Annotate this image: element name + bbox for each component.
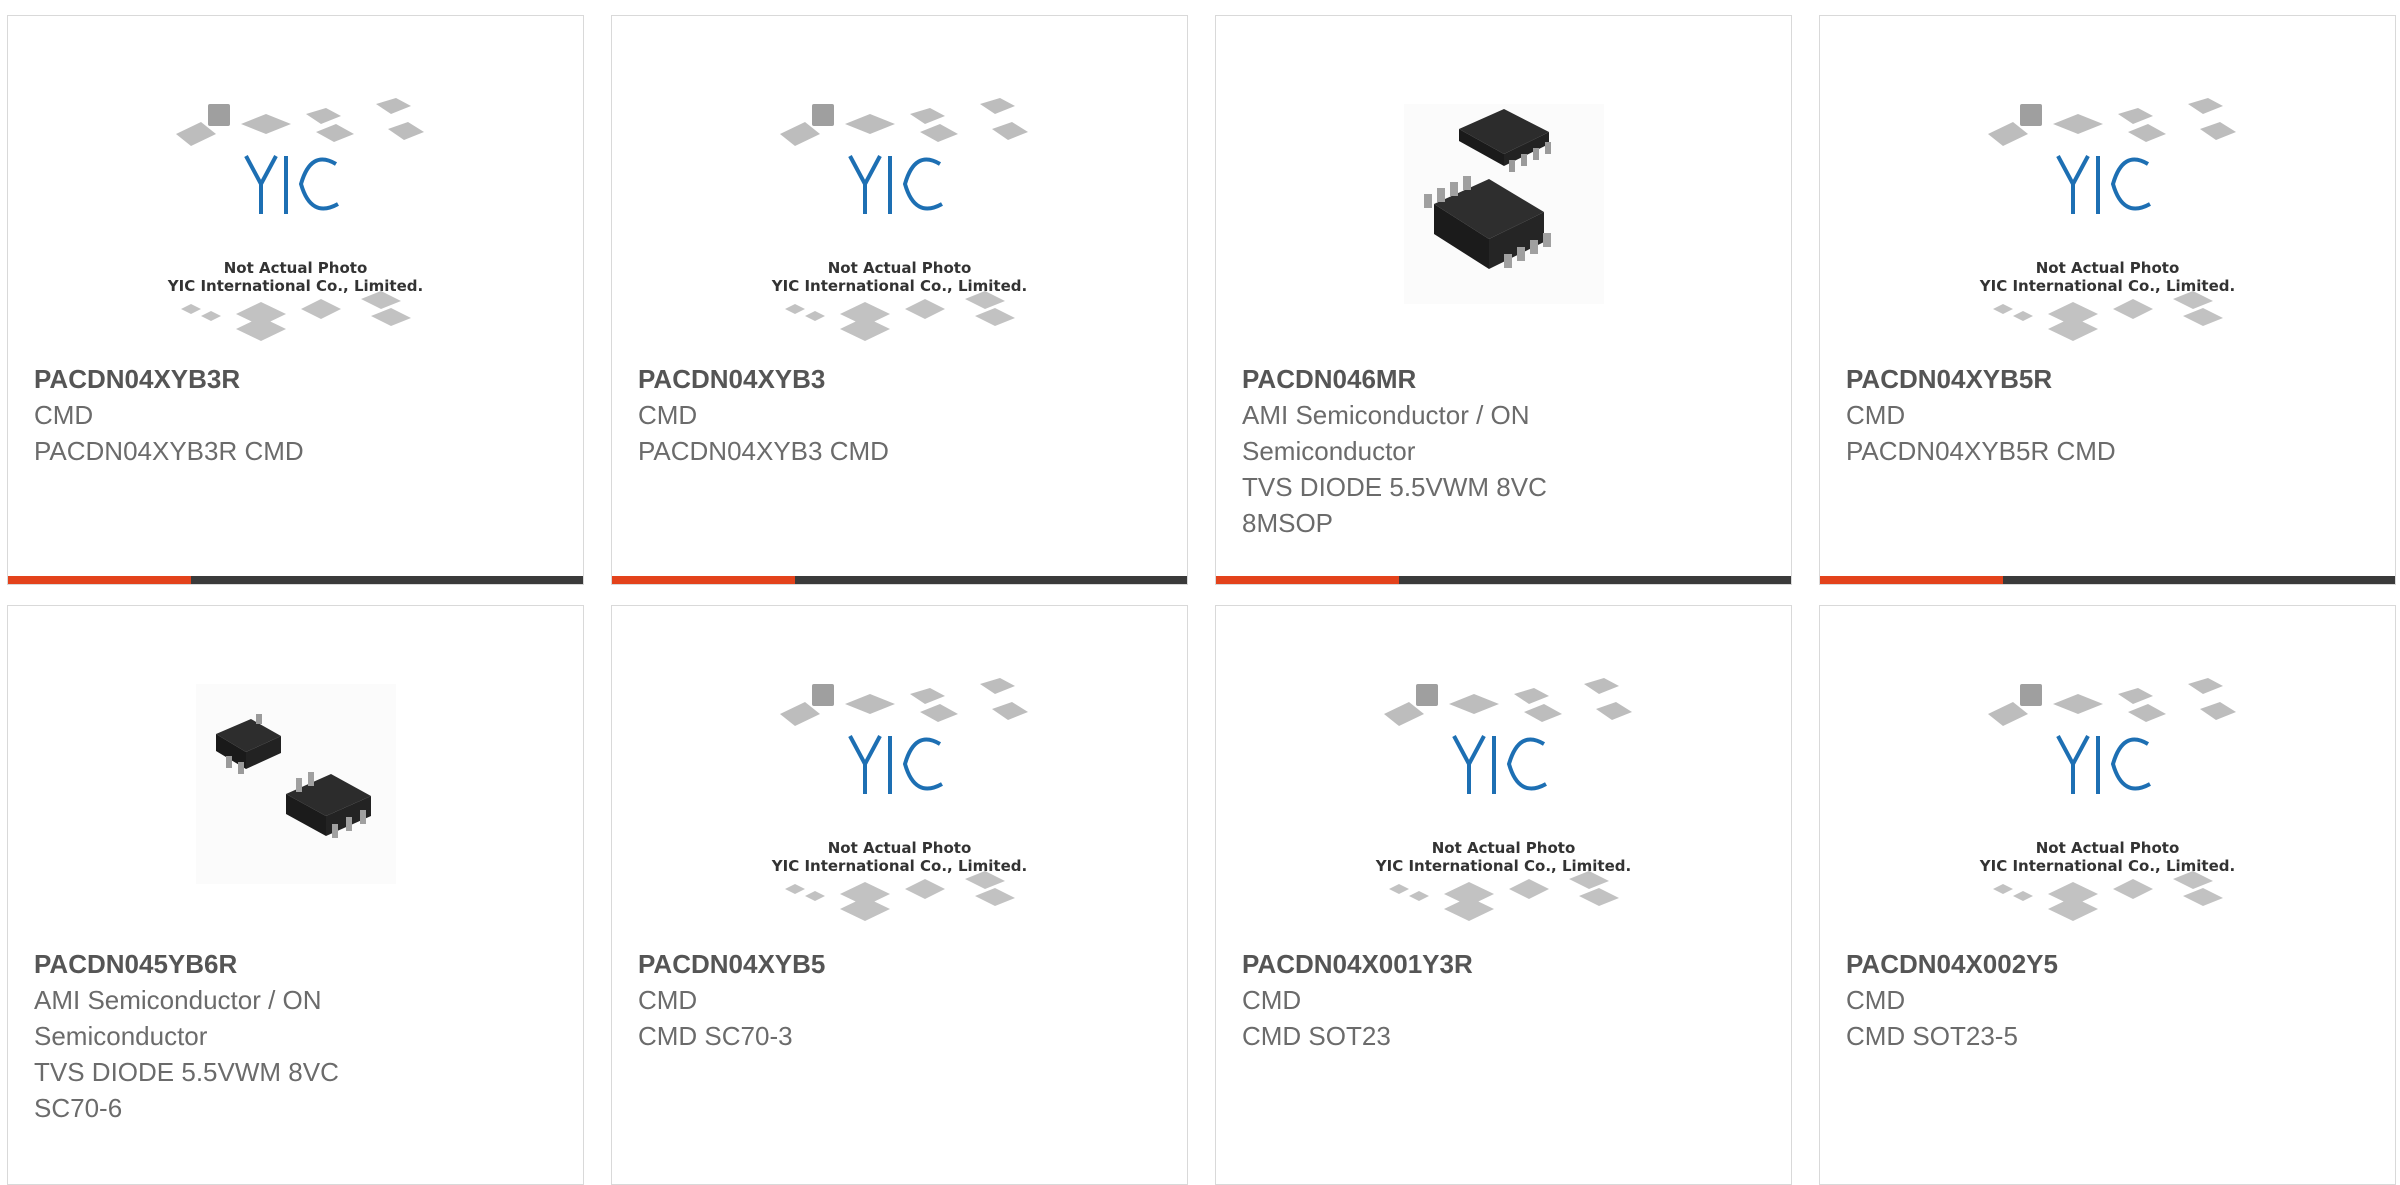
part-number[interactable]: PACDN04XYB3 xyxy=(638,361,1108,397)
product-photo[interactable] xyxy=(1364,94,1644,364)
part-number[interactable]: PACDN04XYB5R xyxy=(1846,361,2316,397)
product-card[interactable]: Not Actual Photo YIC International Co., … xyxy=(7,15,584,585)
placeholder-image[interactable]: Not Actual Photo YIC International Co., … xyxy=(760,674,1040,944)
product-info: PACDN04X001Y3R CMD CMD SOT23 xyxy=(1242,946,1712,1054)
card-footer-bar xyxy=(1820,576,2395,584)
manufacturer: CMD xyxy=(1846,985,1906,1015)
description: TVS DIODE 5.5VWM 8VC 8MSOP xyxy=(1242,472,1547,538)
description: CMD SOT23 xyxy=(1242,1021,1391,1051)
product-card[interactable]: PACDN045YB6R AMI Semiconductor / ON Semi… xyxy=(7,605,584,1185)
not-actual-photo-icon xyxy=(175,98,424,341)
description: PACDN04XYB5R CMD xyxy=(1846,436,2116,466)
part-number[interactable]: PACDN045YB6R xyxy=(34,946,504,982)
not-actual-photo-text: Not Actual Photo xyxy=(2035,839,2180,857)
product-grid: Not Actual Photo YIC International Co., … xyxy=(0,0,2400,1185)
company-text: YIC International Co., Limited. xyxy=(771,857,1028,875)
company-text: YIC International Co., Limited. xyxy=(167,277,424,295)
description: TVS DIODE 5.5VWM 8VC SC70-6 xyxy=(34,1057,339,1123)
not-actual-photo-icon xyxy=(779,678,1028,921)
msop-chip-photo-icon xyxy=(1403,104,1604,304)
product-card[interactable]: Not Actual Photo YIC International Co., … xyxy=(611,15,1188,585)
card-footer-bar xyxy=(1216,576,1791,584)
description: CMD SC70-3 xyxy=(638,1021,793,1051)
card-footer-bar xyxy=(8,576,583,584)
manufacturer: CMD xyxy=(638,985,698,1015)
product-info: PACDN046MR AMI Semiconductor / ON Semico… xyxy=(1242,361,1712,541)
manufacturer: AMI Semiconductor / ON Semiconductor xyxy=(1242,400,1530,466)
product-card[interactable]: PACDN046MR AMI Semiconductor / ON Semico… xyxy=(1215,15,1792,585)
placeholder-image[interactable]: Not Actual Photo YIC International Co., … xyxy=(1364,674,1644,944)
sc70-chip-photo-icon xyxy=(195,684,396,884)
part-number[interactable]: PACDN04XYB5 xyxy=(638,946,1108,982)
company-text: YIC International Co., Limited. xyxy=(771,277,1028,295)
part-number[interactable]: PACDN04XYB3R xyxy=(34,361,504,397)
part-number[interactable]: PACDN04X002Y5 xyxy=(1846,946,2316,982)
product-info: PACDN04XYB3R CMD PACDN04XYB3R CMD xyxy=(34,361,504,469)
description: PACDN04XYB3R CMD xyxy=(34,436,304,466)
placeholder-image[interactable]: Not Actual Photo YIC International Co., … xyxy=(156,94,436,364)
product-card[interactable]: Not Actual Photo YIC International Co., … xyxy=(1215,605,1792,1185)
not-actual-photo-icon xyxy=(1383,678,1632,921)
product-info: PACDN04XYB5R CMD PACDN04XYB5R CMD xyxy=(1846,361,2316,469)
accent-bar xyxy=(1216,576,1399,584)
part-number[interactable]: PACDN04X001Y3R xyxy=(1242,946,1712,982)
product-card[interactable]: Not Actual Photo YIC International Co., … xyxy=(1819,15,2396,585)
placeholder-image[interactable]: Not Actual Photo YIC International Co., … xyxy=(1968,674,2248,944)
description: CMD SOT23-5 xyxy=(1846,1021,2018,1051)
company-text: YIC International Co., Limited. xyxy=(1979,857,2236,875)
description: PACDN04XYB3 CMD xyxy=(638,436,889,466)
product-info: PACDN04XYB5 CMD CMD SC70-3 xyxy=(638,946,1108,1054)
company-text: YIC International Co., Limited. xyxy=(1979,277,2236,295)
not-actual-photo-text: Not Actual Photo xyxy=(1431,839,1576,857)
part-number[interactable]: PACDN046MR xyxy=(1242,361,1712,397)
not-actual-photo-icon xyxy=(1987,98,2236,341)
not-actual-photo-icon xyxy=(779,98,1028,341)
accent-bar xyxy=(1820,576,2003,584)
placeholder-image[interactable]: Not Actual Photo YIC International Co., … xyxy=(1968,94,2248,364)
product-card[interactable]: Not Actual Photo YIC International Co., … xyxy=(1819,605,2396,1185)
company-text: YIC International Co., Limited. xyxy=(1375,857,1632,875)
manufacturer: CMD xyxy=(638,400,698,430)
accent-bar xyxy=(612,576,795,584)
not-actual-photo-icon xyxy=(1987,678,2236,921)
accent-bar xyxy=(8,576,191,584)
product-card[interactable]: Not Actual Photo YIC International Co., … xyxy=(611,605,1188,1185)
product-info: PACDN045YB6R AMI Semiconductor / ON Semi… xyxy=(34,946,504,1126)
not-actual-photo-text: Not Actual Photo xyxy=(827,839,972,857)
product-info: PACDN04XYB3 CMD PACDN04XYB3 CMD xyxy=(638,361,1108,469)
manufacturer: CMD xyxy=(1846,400,1906,430)
product-info: PACDN04X002Y5 CMD CMD SOT23-5 xyxy=(1846,946,2316,1054)
manufacturer: AMI Semiconductor / ON Semiconductor xyxy=(34,985,322,1051)
card-footer-bar xyxy=(612,576,1187,584)
not-actual-photo-text: Not Actual Photo xyxy=(827,259,972,277)
manufacturer: CMD xyxy=(1242,985,1302,1015)
not-actual-photo-text: Not Actual Photo xyxy=(2035,259,2180,277)
product-photo[interactable] xyxy=(156,674,436,944)
placeholder-image[interactable]: Not Actual Photo YIC International Co., … xyxy=(760,94,1040,364)
manufacturer: CMD xyxy=(34,400,94,430)
not-actual-photo-text: Not Actual Photo xyxy=(223,259,368,277)
